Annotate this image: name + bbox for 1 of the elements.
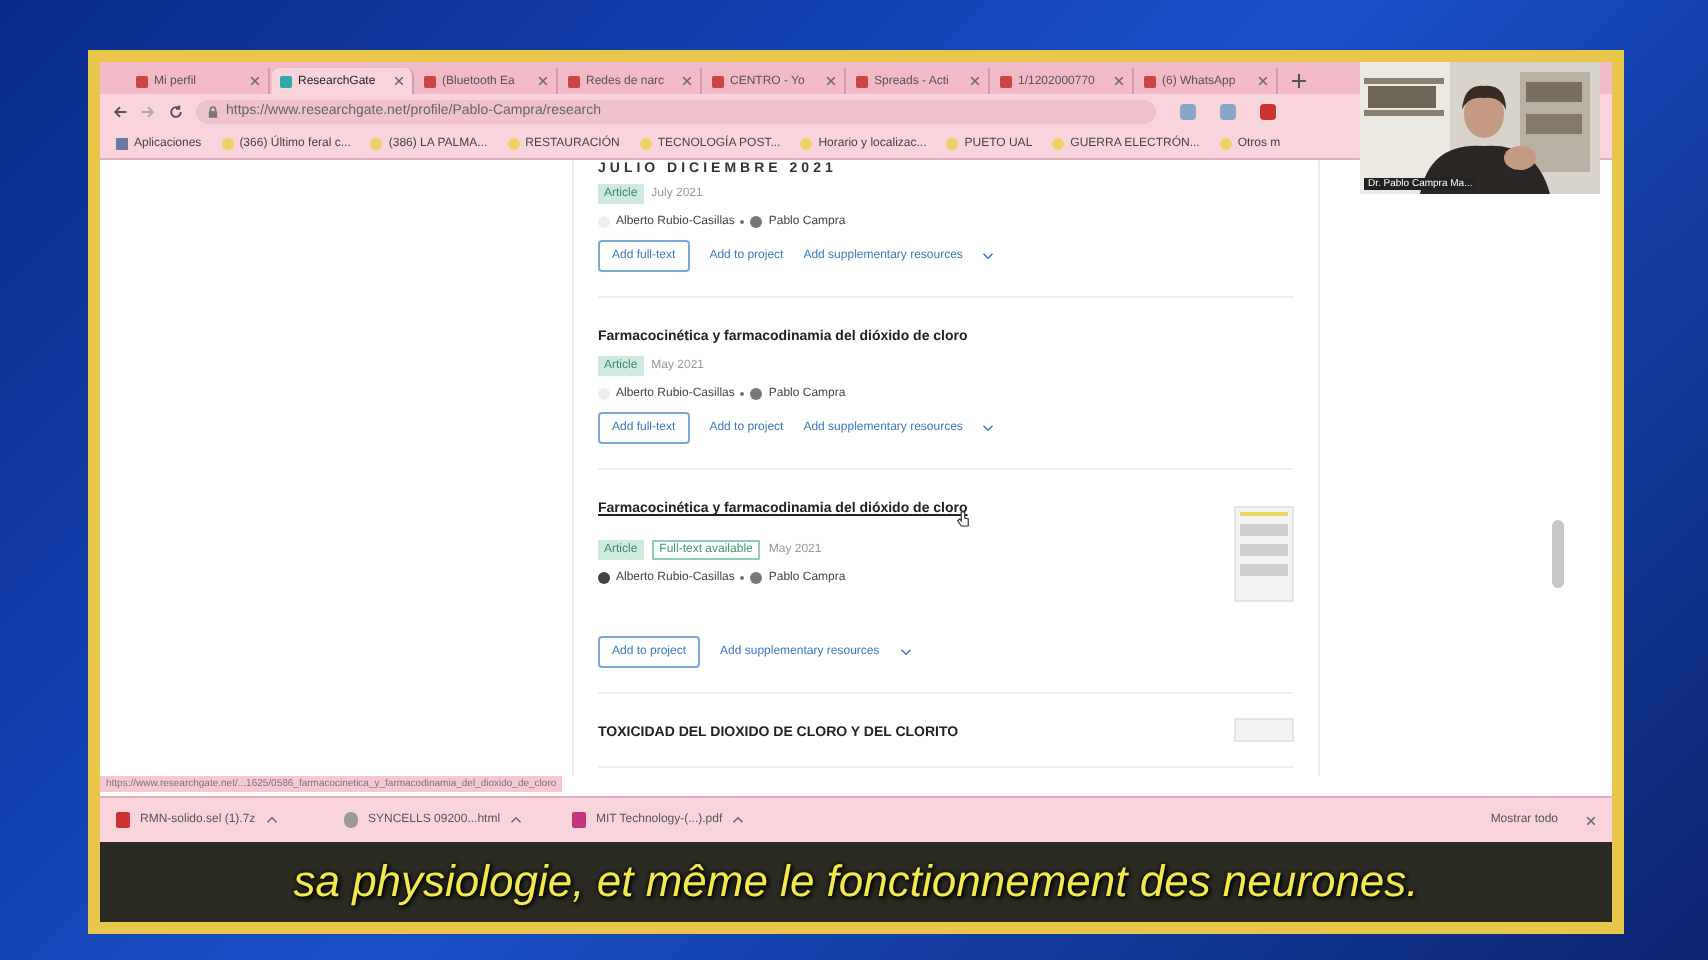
subtitle: sa physiologie, et même le fonctionnement des neurones.: [293, 856, 1419, 908]
